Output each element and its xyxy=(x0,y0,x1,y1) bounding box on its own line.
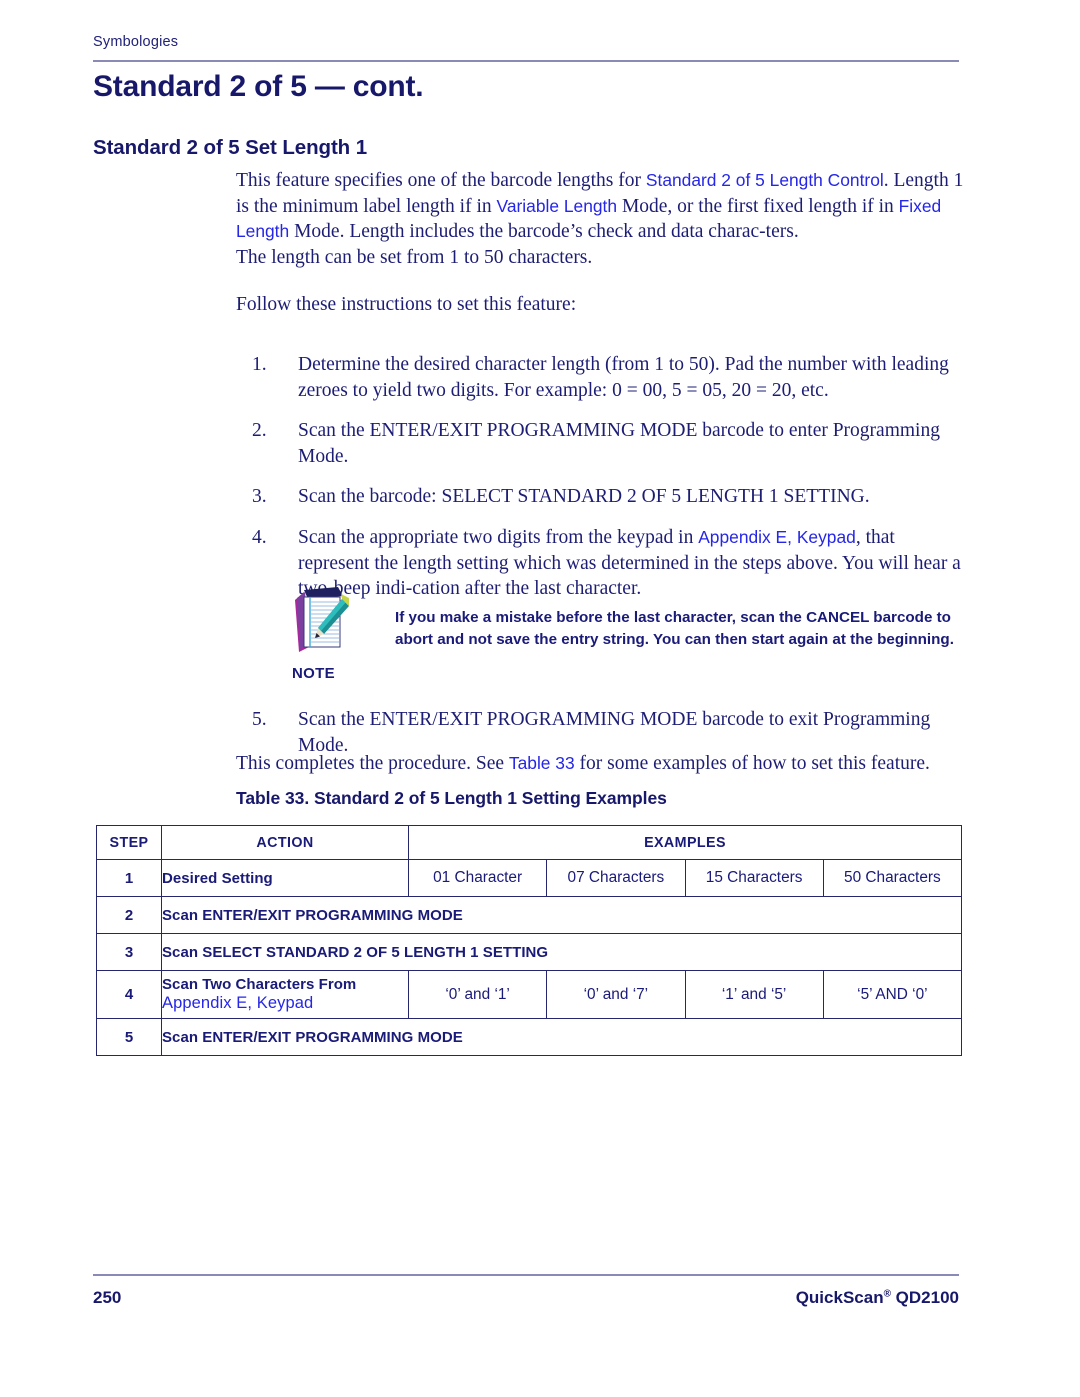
closing-text-a: This completes the procedure. See xyxy=(236,753,509,774)
link-appendix-e-keypad-table[interactable]: Appendix E, Keypad xyxy=(162,994,408,1013)
table-cell-example: 01 Character xyxy=(407,859,548,897)
table-cell-step: 3 xyxy=(96,933,162,971)
document-page: Symbologies Standard 2 of 5 — cont. Stan… xyxy=(0,0,1080,1397)
list-item: 2. Scan the ENTER/EXIT PROGRAMMING MODE … xyxy=(252,418,964,469)
notepad-pencil-icon xyxy=(291,586,353,654)
table-row: 3 Scan SELECT STANDARD 2 OF 5 LENGTH 1 S… xyxy=(96,933,962,971)
note-label: NOTE xyxy=(292,665,335,682)
table-cell-example: ‘0’ and ‘7’ xyxy=(546,970,686,1019)
list-item: 3. Scan the barcode: SELECT STANDARD 2 O… xyxy=(252,484,964,510)
table-cell-action: Scan ENTER/EXIT PROGRAMMING MODE xyxy=(161,1018,962,1056)
list-item-text-a: Scan the appropriate two digits from the… xyxy=(298,526,699,548)
table-cell-step: 5 xyxy=(96,1018,162,1056)
page-number: 250 xyxy=(93,1288,122,1307)
table-cell-action: Desired Setting xyxy=(161,859,409,897)
list-item-number: 4. xyxy=(252,526,267,548)
product-model-text: QD2100 xyxy=(890,1288,959,1307)
table-cell-example: 07 Characters xyxy=(546,859,686,897)
closing-text-b: for some examples of how to set this fea… xyxy=(574,753,930,774)
table-cell-example: 50 Characters xyxy=(822,859,963,897)
column-header-action: ACTION xyxy=(161,825,409,860)
instruction-list: 1. Determine the desired character lengt… xyxy=(252,352,964,617)
table-cell-step: 2 xyxy=(96,896,162,934)
link-table-33[interactable]: Table 33 xyxy=(509,753,575,773)
list-item-number: 3. xyxy=(252,486,267,508)
table-cell-example: ‘5’ AND ‘0’ xyxy=(822,970,963,1019)
intro-body: This feature specifies one of the barcod… xyxy=(236,168,964,318)
table-cell-action: Scan Two Characters From Appendix E, Key… xyxy=(161,970,409,1019)
table-cell-step: 4 xyxy=(96,970,162,1019)
link-appendix-e-keypad[interactable]: Appendix E, Keypad xyxy=(698,527,856,547)
page-title: Standard 2 of 5 — cont. xyxy=(93,70,424,103)
header-rule xyxy=(93,60,959,62)
table-cell-step: 1 xyxy=(96,859,162,897)
list-item: 1. Determine the desired character lengt… xyxy=(252,352,964,403)
table-cell-action-label: Scan Two Characters From xyxy=(162,976,357,993)
list-item-text: Scan the barcode: SELECT STANDARD 2 OF 5… xyxy=(298,486,870,508)
list-item-text: Scan the ENTER/EXIT PROGRAMMING MODE bar… xyxy=(298,709,931,756)
link-variable-length[interactable]: Variable Length xyxy=(497,196,618,216)
table-cell-action: Scan ENTER/EXIT PROGRAMMING MODE xyxy=(161,896,962,934)
note-text: If you make a mistake before the last ch… xyxy=(395,609,954,648)
list-item-number: 5. xyxy=(252,709,267,730)
table-cell-example: ‘1’ and ‘5’ xyxy=(684,970,824,1019)
table-cell-action: Scan SELECT STANDARD 2 OF 5 LENGTH 1 SET… xyxy=(161,933,962,971)
table-cell-example: ‘0’ and ‘1’ xyxy=(407,970,548,1019)
intro-paragraph-3: Follow these instructions to set this fe… xyxy=(236,294,577,316)
section-heading: Standard 2 of 5 Set Length 1 xyxy=(93,136,367,159)
list-item-number: 1. xyxy=(252,354,267,375)
link-standard-2-of-5-length-control[interactable]: Standard 2 of 5 Length Control xyxy=(646,170,884,190)
table-header-row: STEP ACTION EXAMPLES xyxy=(96,825,962,860)
list-item-text: Scan the ENTER/EXIT PROGRAMMING MODE bar… xyxy=(298,420,940,467)
intro-p1-text-d: Mode. Length includes the barcode’s chec… xyxy=(289,221,799,243)
column-header-examples: EXAMPLES xyxy=(408,825,962,860)
table-cell-example: 15 Characters xyxy=(684,859,824,897)
product-name-text: QuickScan xyxy=(795,1288,884,1307)
running-header: Symbologies xyxy=(93,34,179,50)
intro-paragraph-1: This feature specifies one of the barcod… xyxy=(236,168,964,245)
table-row: 2 Scan ENTER/EXIT PROGRAMMING MODE xyxy=(96,896,962,934)
list-item: 4. Scan the appropriate two digits from … xyxy=(252,525,964,602)
examples-table-wrapper: STEP ACTION EXAMPLES 1 Desired Setting 0… xyxy=(96,825,963,1056)
list-item-number: 2. xyxy=(252,420,267,442)
table-row: 4 Scan Two Characters From Appendix E, K… xyxy=(96,970,963,1019)
footer-rule xyxy=(93,1274,959,1276)
intro-p1-text-c: Mode, or the first fixed length if in xyxy=(617,195,899,217)
table-caption: Table 33. Standard 2 of 5 Length 1 Setti… xyxy=(236,788,667,808)
list-item-text: Determine the desired character length (… xyxy=(298,354,949,401)
examples-table: STEP ACTION EXAMPLES 1 Desired Setting 0… xyxy=(96,825,963,1056)
intro-paragraph-2: The length can be set from 1 to 50 chara… xyxy=(236,246,593,268)
closing-paragraph: This completes the procedure. See Table … xyxy=(236,751,976,777)
product-name: QuickScan® QD2100 xyxy=(796,1288,959,1308)
intro-p1-text-a: This feature specifies one of the barcod… xyxy=(236,170,646,191)
table-row: 5 Scan ENTER/EXIT PROGRAMMING MODE xyxy=(96,1018,962,1056)
column-header-step: STEP xyxy=(96,825,162,860)
table-row: 1 Desired Setting 01 Character 07 Charac… xyxy=(96,859,963,897)
registered-mark-icon: ® xyxy=(883,1288,891,1300)
